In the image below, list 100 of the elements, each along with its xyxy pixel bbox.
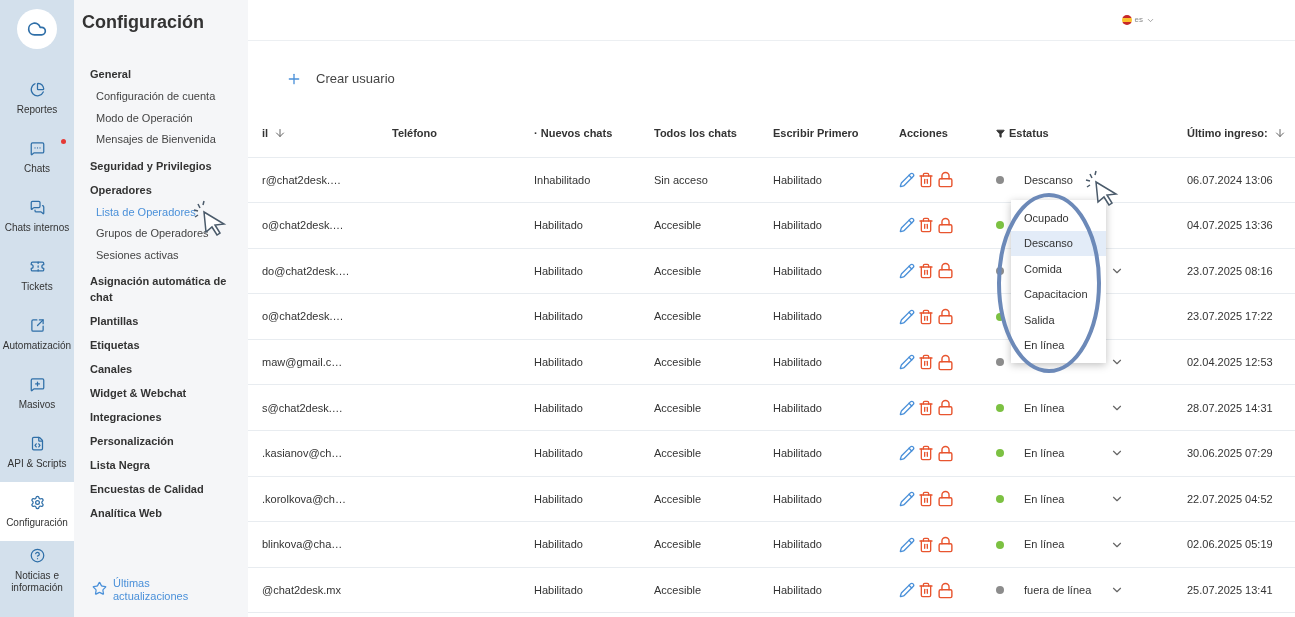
delete-icon[interactable] [918, 217, 934, 234]
table-cell-text: Accesible [654, 446, 703, 462]
lock-icon[interactable] [937, 262, 954, 280]
dropdown-option[interactable]: Capacitacion [1011, 281, 1106, 307]
lock-icon[interactable] [937, 216, 954, 234]
lock-icon[interactable] [937, 536, 954, 554]
settings-section[interactable]: Plantillas [90, 309, 240, 333]
table-cell-text: 25.07.2025 13:41 [1187, 582, 1274, 598]
delete-icon[interactable] [918, 445, 934, 462]
filter-icon [996, 128, 1005, 138]
lock-icon[interactable] [937, 399, 954, 417]
settings-section[interactable]: Integraciones [90, 405, 240, 429]
table-cell-text: Accesible [654, 218, 703, 234]
table-cell-text: 06.07.2024 13:06 [1187, 172, 1274, 188]
settings-section[interactable]: Encuestas de Calidad [90, 477, 240, 501]
dropdown-option[interactable]: En línea [1011, 332, 1106, 358]
nav-item[interactable]: Masivos [0, 364, 74, 423]
settings-section[interactable]: Analítica Web [90, 501, 240, 525]
create-user-button[interactable]: Crear usuario [286, 69, 395, 89]
lock-icon[interactable] [937, 308, 954, 326]
table-cell-text: Sin acceso [654, 172, 709, 188]
table-cell-text: do@chat2desk.… [262, 263, 351, 279]
edit-icon[interactable] [899, 490, 915, 507]
settings-section[interactable]: Operadores [90, 177, 240, 202]
settings-link[interactable]: Mensajes de Bienvenida [96, 129, 240, 151]
settings-section[interactable]: Canales [90, 357, 240, 381]
column-header[interactable]: Último ingreso: [1187, 124, 1295, 142]
delete-icon[interactable] [918, 399, 934, 416]
lock-icon[interactable] [937, 353, 954, 371]
table-cell-text: Accesible [654, 263, 703, 279]
edit-icon[interactable] [899, 445, 915, 462]
delete-icon[interactable] [918, 308, 934, 325]
delete-icon[interactable] [918, 171, 934, 188]
table-cell-text: Accesible [654, 537, 703, 553]
nav-item[interactable]: API & Scripts [0, 423, 74, 482]
table-cell-text: Accesible [654, 491, 703, 507]
nav-item[interactable]: Tickets [0, 246, 74, 305]
delete-icon[interactable] [918, 582, 934, 599]
status-value[interactable]: En línea [1024, 490, 1096, 508]
nav-item[interactable]: Configuración [0, 482, 74, 541]
table-cell-text: Habilitado [773, 582, 823, 598]
status-value[interactable]: En línea [1024, 445, 1096, 462]
logo-icon[interactable] [17, 9, 57, 49]
edit-icon[interactable] [899, 399, 915, 416]
lock-icon[interactable] [937, 444, 954, 462]
delete-icon[interactable] [918, 536, 934, 553]
table-cell-text: Habilitado [534, 309, 584, 325]
table-cell-text: Accesible [654, 309, 703, 325]
table-cell-text: blinkova@cha… [262, 537, 344, 553]
dropdown-option[interactable]: Descanso [1011, 230, 1106, 256]
settings-link[interactable]: Modo de Operación [96, 107, 240, 129]
status-value[interactable]: Descanso [1024, 171, 1096, 189]
edit-icon[interactable] [899, 171, 915, 188]
edit-icon[interactable] [899, 536, 915, 553]
lock-icon[interactable] [937, 171, 954, 189]
nav-item[interactable]: Chats [0, 128, 74, 187]
settings-section[interactable]: Widget & Webchat [90, 381, 240, 405]
status-value[interactable]: fuera de línea [1024, 581, 1096, 599]
star-icon [92, 581, 107, 596]
edit-icon[interactable] [899, 354, 915, 371]
settings-section[interactable]: Etiquetas [90, 333, 240, 357]
status-value[interactable]: En línea [1024, 399, 1096, 416]
edit-icon[interactable] [899, 582, 915, 599]
table-cell-text: 22.07.2025 04:52 [1187, 491, 1274, 507]
delete-icon[interactable] [918, 263, 934, 279]
lock-icon[interactable] [937, 490, 954, 508]
column-header[interactable]: Teléfono [392, 124, 534, 142]
edit-icon[interactable] [899, 263, 915, 279]
delete-icon[interactable] [918, 490, 934, 507]
column-header[interactable]: · Nuevos chats [534, 124, 654, 142]
dropdown-option[interactable]: Comida [1011, 256, 1106, 282]
nav-item[interactable]: Noticias e información [0, 541, 74, 600]
nav-item[interactable]: Chats internos [0, 187, 74, 246]
message-plus-icon [29, 376, 45, 392]
dropdown-option[interactable]: Salida [1011, 307, 1106, 333]
table-cell-text: Habilitado [773, 354, 823, 370]
dropdown-option[interactable]: Ocupado [1011, 205, 1106, 231]
column-header[interactable]: Todos los chats [654, 124, 773, 142]
nav-item[interactable]: Automatización [0, 305, 74, 364]
settings-link[interactable]: Configuración de cuenta [96, 86, 240, 108]
settings-section[interactable]: Lista Negra [90, 453, 240, 477]
table-cell-text: Habilitado [773, 263, 823, 279]
settings-link[interactable]: Grupos de Operadores [96, 223, 240, 245]
settings-link[interactable]: Sesiones activas [96, 244, 240, 266]
edit-icon[interactable] [899, 217, 915, 234]
edit-icon[interactable] [899, 308, 915, 325]
settings-section[interactable]: Personalización [90, 429, 240, 453]
status-value[interactable]: En línea [1024, 536, 1096, 553]
column-header[interactable]: il [262, 124, 392, 142]
column-header[interactable]: Estatus [996, 124, 1187, 142]
delete-icon[interactable] [918, 354, 934, 371]
language-selector[interactable]: es [1121, 14, 1155, 26]
lock-icon[interactable] [937, 581, 954, 599]
column-header[interactable]: Escribir Primero [773, 124, 899, 142]
settings-section[interactable]: Seguridad y Privilegios [90, 153, 240, 178]
nav-item[interactable]: Reportes [0, 69, 74, 128]
column-header[interactable]: Acciones [899, 124, 996, 142]
settings-section[interactable]: Asignación automática de chat [90, 269, 240, 309]
table-cell-text: .korolkova@ch… [262, 491, 347, 507]
settings-section[interactable]: General [90, 62, 240, 86]
